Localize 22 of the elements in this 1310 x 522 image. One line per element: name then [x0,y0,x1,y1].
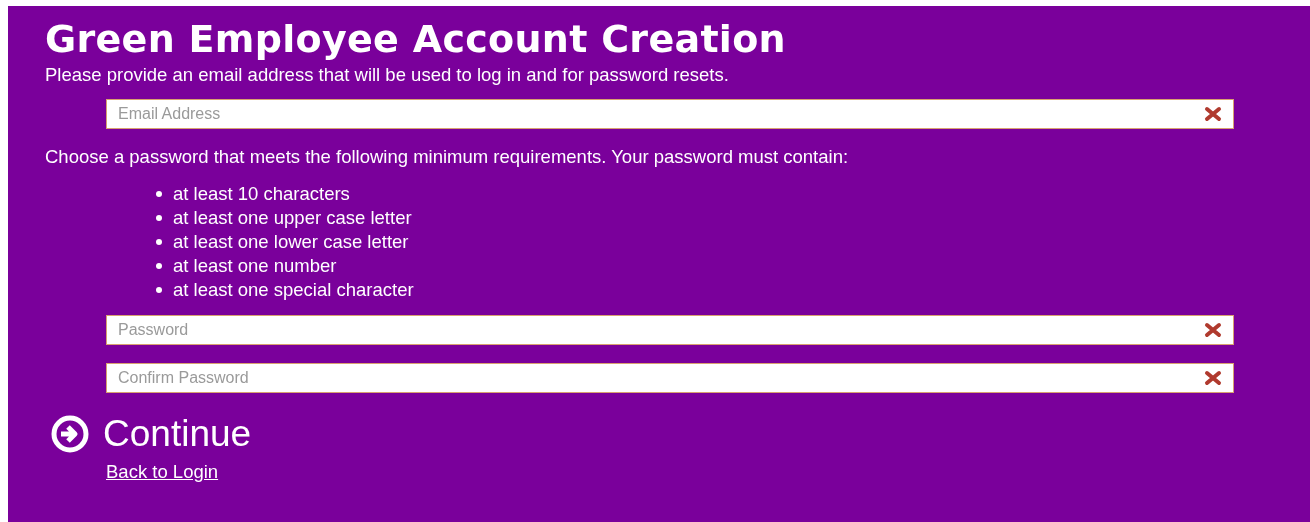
password-instructions: Choose a password that meets the following minimum requirements. Your password must contain: [45,146,850,168]
arrow-circle-icon [51,415,89,453]
clear-icon[interactable] [1204,370,1222,386]
bullet-icon [156,215,162,221]
continue-button[interactable]: Continue [51,413,252,455]
bullet-icon [156,263,162,269]
bullet-icon [156,239,162,245]
clear-icon[interactable] [1204,322,1222,338]
requirement-text: at least one upper case letter [173,207,412,229]
requirement-text: at least 10 characters [173,183,350,205]
clear-icon[interactable] [1204,106,1222,122]
page-title: Green Employee Account Creation [45,18,787,60]
requirement-text: at least one special character [173,279,414,301]
input-field[interactable]: Confirm Password [106,363,1234,393]
email-instructions: Please provide an email address that will be used to log in and for password resets. [45,64,730,86]
requirement-text: at least one number [173,255,337,277]
requirement-text: at least one lower case letter [173,231,409,253]
input-field[interactable]: Password [106,315,1234,345]
bullet-icon [156,287,162,293]
input-field[interactable]: Email Address [106,99,1234,129]
bullet-icon [156,191,162,197]
back-to-login-link[interactable]: Back to Login [106,461,219,483]
